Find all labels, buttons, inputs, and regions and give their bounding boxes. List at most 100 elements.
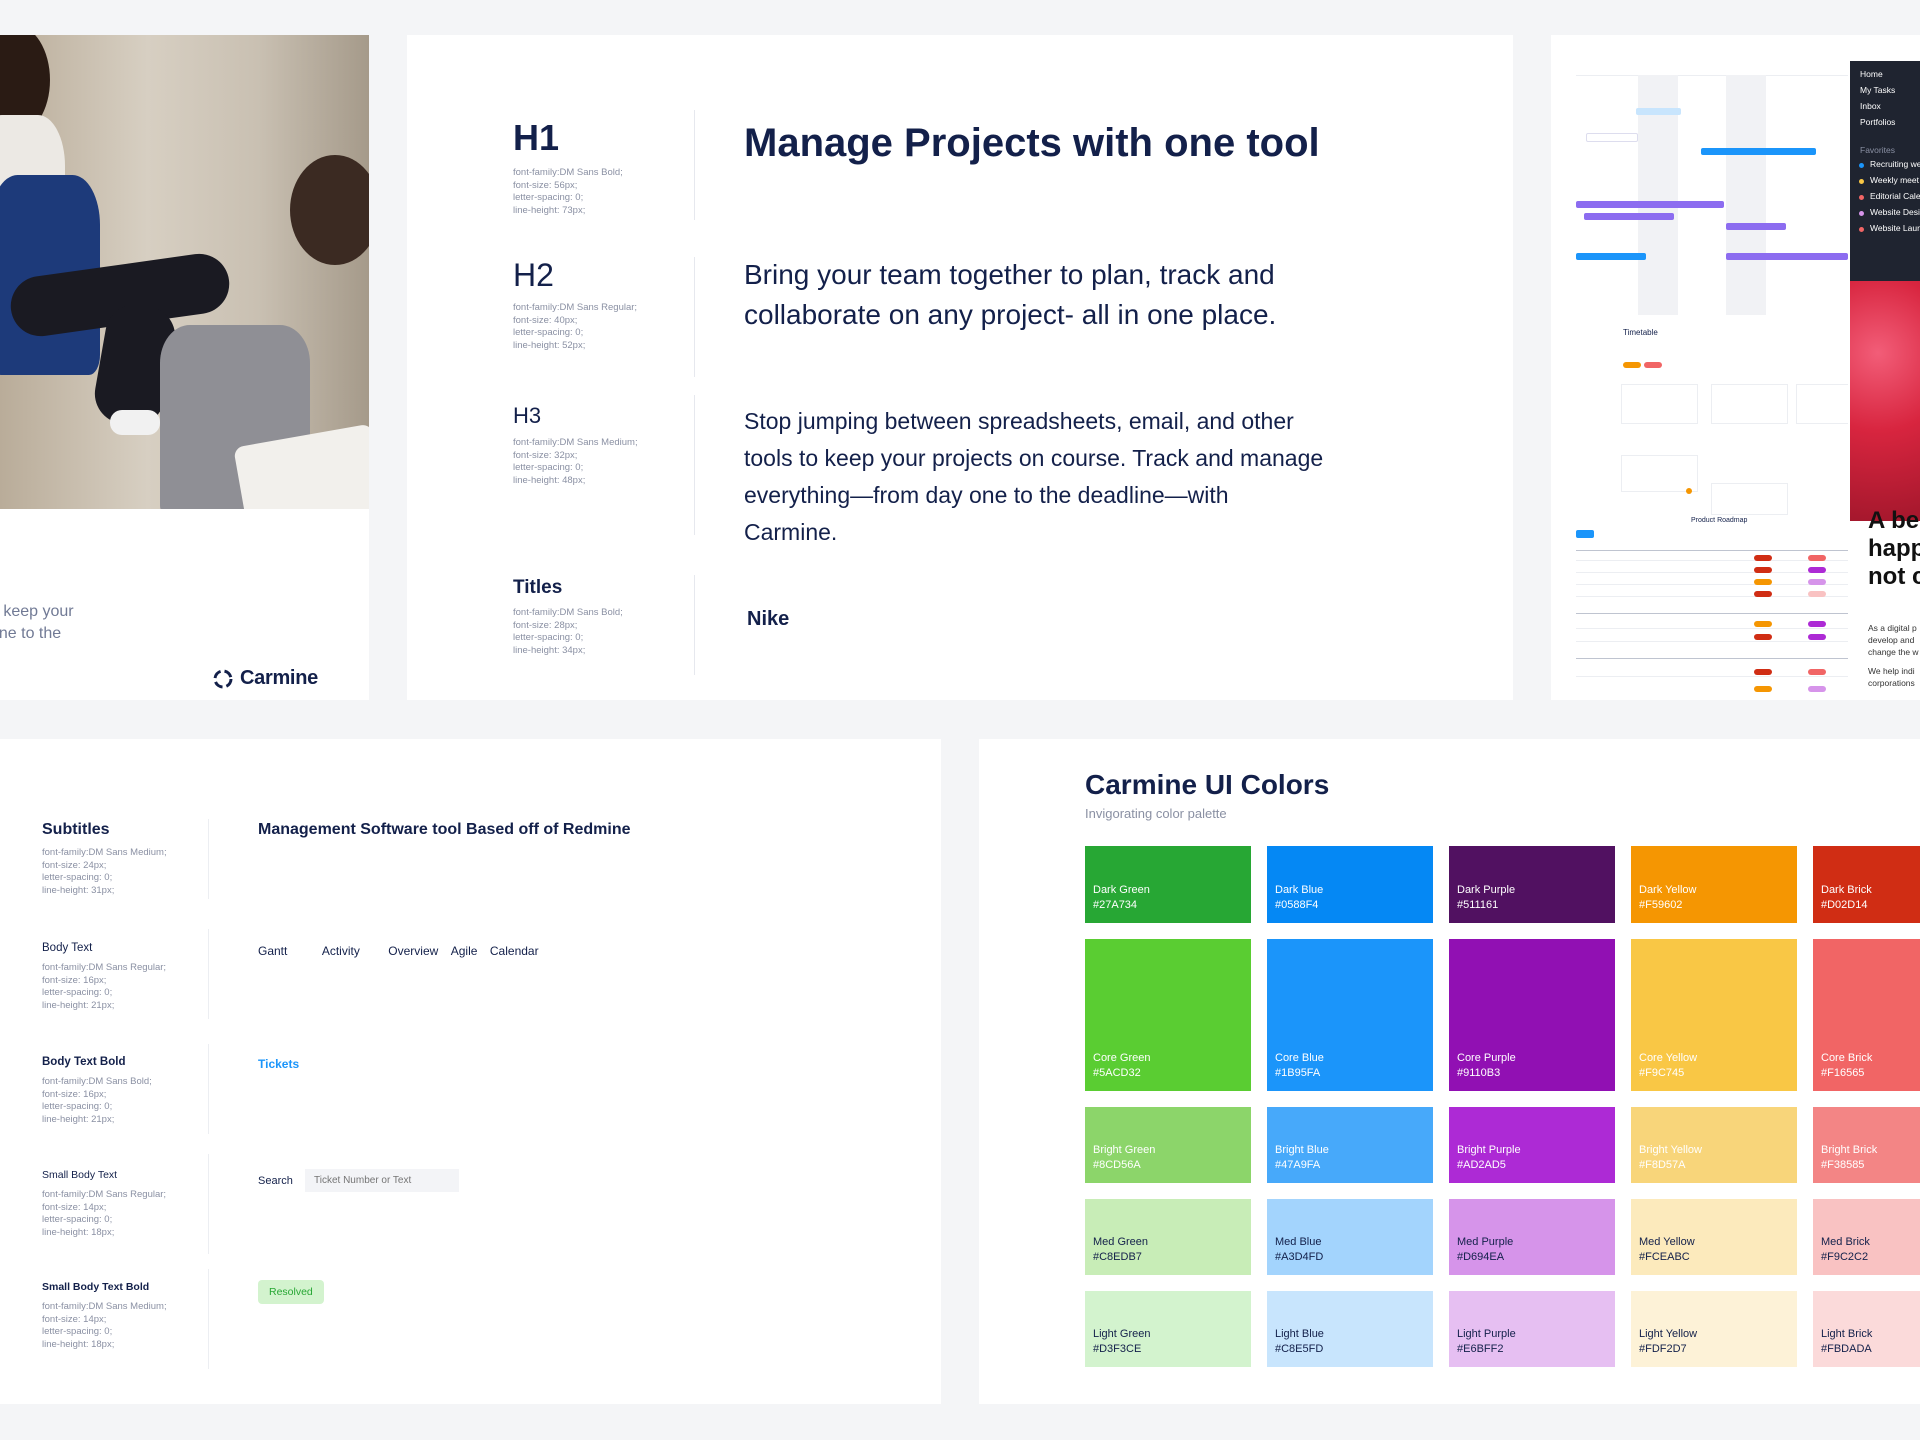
specimen-label: Small Body Text xyxy=(42,1169,118,1181)
nav-item-my-tasks[interactable]: My Tasks xyxy=(1860,85,1895,95)
tab-activity[interactable]: Activity xyxy=(322,944,360,958)
meta-line: font-family:DM Sans Bold; xyxy=(513,167,623,178)
color-swatch-dark-yellow: Dark Yellow #F59602 xyxy=(1631,846,1797,923)
meta-line: font-family:DM Sans Bold; xyxy=(513,607,623,618)
swatch-hex: #F16565 xyxy=(1821,1067,1865,1079)
swatch-label: Dark Purple #511161 xyxy=(1457,883,1515,913)
color-swatch-light-brick: Light Brick #FBDADA xyxy=(1813,1291,1920,1367)
gantt-screen xyxy=(1576,53,1848,315)
meta-line: font-family:DM Sans Medium; xyxy=(513,437,638,448)
search-label: Search xyxy=(258,1175,293,1187)
nav-item-inbox[interactable]: Inbox xyxy=(1860,101,1881,111)
roadmap-title: Product Roadmap xyxy=(1691,517,1748,524)
swatch-label: Core Green #5ACD32 xyxy=(1093,1051,1150,1081)
brand-photo-card: o keep your one to the Carmine xyxy=(0,35,369,700)
swatch-hex: #47A9FA xyxy=(1275,1159,1321,1171)
swatch-label: Med Green #C8EDB7 xyxy=(1093,1235,1148,1265)
swatch-label: Light Purple #E6BFF2 xyxy=(1457,1327,1516,1357)
meta-line: font-size: 16px; xyxy=(42,1088,107,1100)
meta-line: line-height: 21px; xyxy=(42,1113,115,1125)
roadmap-table xyxy=(1576,528,1848,700)
tab-agile[interactable]: Agile xyxy=(451,944,478,958)
swatch-name: Light Purple xyxy=(1457,1328,1516,1340)
swatch-label: Core Brick #F16565 xyxy=(1821,1051,1872,1081)
tagline: o keep your one to the xyxy=(0,601,74,645)
swatch-name: Core Purple xyxy=(1457,1052,1516,1064)
tickets-link[interactable]: Tickets xyxy=(258,1057,299,1071)
meta-line: font-size: 40px; xyxy=(513,314,578,326)
swatch-label: Light Yellow #FDF2D7 xyxy=(1639,1327,1697,1357)
swatch-name: Light Brick xyxy=(1821,1328,1873,1340)
swatch-hex: #27A734 xyxy=(1093,899,1138,911)
meta-line: font-size: 16px; xyxy=(42,974,107,986)
favorite-item[interactable]: Weekly meet xyxy=(1870,175,1919,185)
color-palette-card: Carmine UI Colors Invigorating color pal… xyxy=(979,739,1920,1404)
subtitle-sample: Management Software tool Based off of Re… xyxy=(258,821,631,838)
swatch-name: Light Blue xyxy=(1275,1328,1324,1340)
meta-line: line-height: 21px; xyxy=(42,999,115,1011)
color-swatch-bright-blue: Bright Blue #47A9FA xyxy=(1267,1107,1433,1183)
style-meta: font-family:DM Sans Regular; font-size: … xyxy=(513,302,637,352)
timetable-screen: Timetable Product Roadmap xyxy=(1576,320,1848,525)
favorite-item[interactable]: Editorial Cale xyxy=(1870,191,1920,201)
color-swatch-bright-yellow: Bright Yellow #F8D57A xyxy=(1631,1107,1797,1183)
swatch-hex: #FBDADA xyxy=(1821,1343,1872,1355)
swatch-label: Core Blue #1B95FA xyxy=(1275,1051,1324,1081)
color-swatch-core-blue: Core Blue #1B95FA xyxy=(1267,939,1433,1091)
favorite-item[interactable]: Website Laun xyxy=(1870,223,1920,233)
swatch-hex: #AD2AD5 xyxy=(1457,1159,1506,1171)
color-swatch-med-blue: Med Blue #A3D4FD xyxy=(1267,1199,1433,1275)
color-swatch-med-green: Med Green #C8EDB7 xyxy=(1085,1199,1251,1275)
tab-gantt[interactable]: Gantt xyxy=(258,944,287,958)
body-line: As a digital p xyxy=(1868,623,1917,633)
swatch-name: Dark Blue xyxy=(1275,884,1324,896)
tab-calendar[interactable]: Calendar xyxy=(490,944,539,958)
headline-line: A be xyxy=(1868,507,1920,534)
color-swatch-core-yellow: Core Yellow #F9C745 xyxy=(1631,939,1797,1091)
favorite-item[interactable]: Website Desi xyxy=(1870,207,1920,217)
swatch-hex: #8CD56A xyxy=(1093,1159,1141,1171)
swatch-name: Core Blue xyxy=(1275,1052,1324,1064)
swatch-label: Bright Brick #F38585 xyxy=(1821,1143,1877,1173)
swatch-name: Med Purple xyxy=(1457,1236,1514,1248)
specimen-label: Small Body Text Bold xyxy=(42,1281,150,1293)
titles-sample: Nike xyxy=(747,608,790,630)
divider xyxy=(694,110,695,220)
meta-line: line-height: 31px; xyxy=(42,884,115,896)
style-label: H3 xyxy=(513,403,542,428)
specimen-label: Body Text Bold xyxy=(42,1056,126,1068)
swatch-label: Core Yellow #F9C745 xyxy=(1639,1051,1697,1081)
tab-overview[interactable]: Overview xyxy=(388,944,438,958)
swatch-name: Dark Green xyxy=(1093,884,1150,896)
swatch-hex: #D694EA xyxy=(1457,1251,1505,1263)
color-swatch-med-brick: Med Brick #F9C2C2 xyxy=(1813,1199,1920,1275)
meta-line: font-family:DM Sans Regular; xyxy=(513,302,638,313)
color-swatch-med-yellow: Med Yellow #FCEABC xyxy=(1631,1199,1797,1275)
swatch-label: Med Yellow #FCEABC xyxy=(1639,1235,1695,1265)
timetable-title: Timetable xyxy=(1623,328,1658,337)
swatch-label: Dark Green #27A734 xyxy=(1093,883,1150,913)
color-swatch-light-blue: Light Blue #C8E5FD xyxy=(1267,1291,1433,1367)
ticket-search-input[interactable] xyxy=(305,1169,459,1192)
type-style-titles: Titles font-family:DM Sans Bold; font-si… xyxy=(513,577,623,657)
favorite-item[interactable]: Recruiting we xyxy=(1870,159,1920,169)
specimen-small-body-text: Small Body Text font-family:DM Sans Regu… xyxy=(42,1169,166,1239)
nav-item-portfolios[interactable]: Portfolios xyxy=(1860,117,1895,127)
meta-line: letter-spacing: 0; xyxy=(513,462,584,473)
color-swatch-med-purple: Med Purple #D694EA xyxy=(1449,1199,1615,1275)
swatch-hex: #511161 xyxy=(1457,899,1499,911)
color-swatch-dark-purple: Dark Purple #511161 xyxy=(1449,846,1615,923)
meta-line: letter-spacing: 0; xyxy=(42,1101,113,1112)
meta-line: font-family:DM Sans Medium; xyxy=(42,1301,167,1312)
color-swatch-core-brick: Core Brick #F16565 xyxy=(1813,939,1920,1091)
dark-sidebar: Home My Tasks Inbox Portfolios Favorites… xyxy=(1850,61,1920,281)
nav-item-home[interactable]: Home xyxy=(1860,69,1883,79)
meta-line: font-family:DM Sans Regular; xyxy=(42,962,167,973)
swatch-label: Dark Yellow #F59602 xyxy=(1639,883,1696,913)
swatch-name: Bright Green xyxy=(1093,1144,1156,1156)
swatch-hex: #9110B3 xyxy=(1457,1067,1501,1079)
meta-line: line-height: 18px; xyxy=(42,1338,115,1350)
brand-logo: Carmine xyxy=(212,667,318,690)
swatch-label: Bright Yellow #F8D57A xyxy=(1639,1143,1702,1173)
swatch-name: Med Brick xyxy=(1821,1236,1870,1248)
